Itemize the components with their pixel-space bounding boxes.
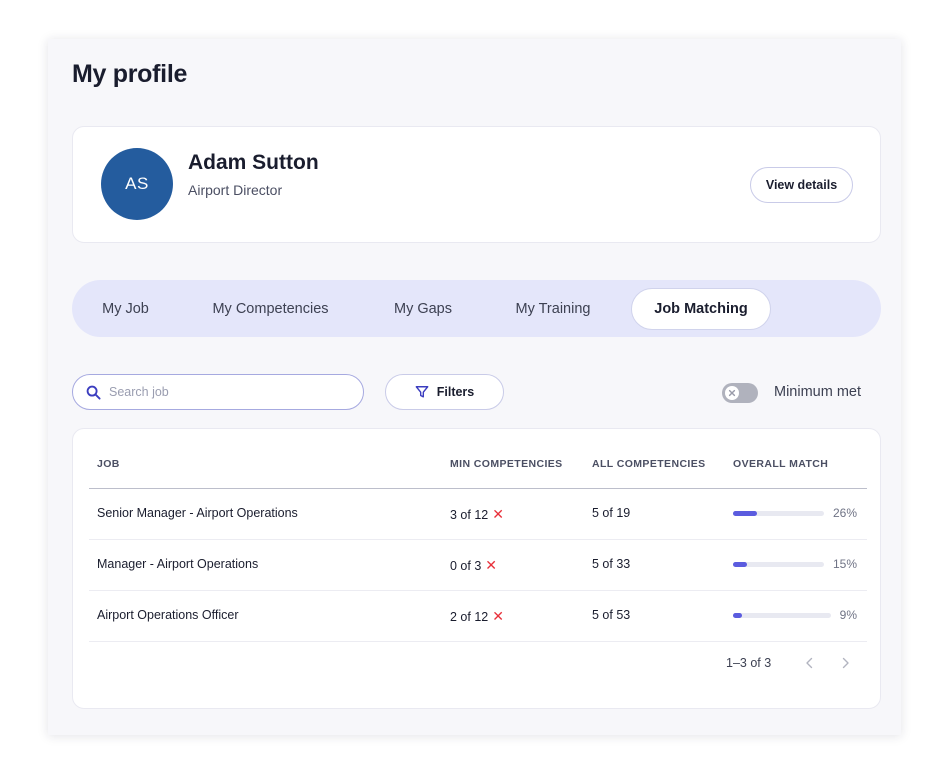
all-competencies-value: 5 of 53 — [592, 608, 631, 622]
avatar-initials: AS — [125, 174, 149, 193]
min-competencies-value: 0 of 3 — [450, 559, 482, 573]
column-header-job: JOB — [97, 458, 120, 470]
match-percent: 9% — [839, 608, 857, 622]
chevron-right-icon — [842, 657, 849, 669]
cross-icon: ✕ — [492, 506, 504, 522]
match-bar — [733, 511, 824, 516]
match-bar-fill — [733, 562, 747, 567]
cross-icon: ✕ — [485, 557, 498, 573]
match-bar — [733, 562, 824, 567]
tab-my-job[interactable]: My Job — [80, 288, 171, 330]
view-details-button[interactable]: View details — [750, 167, 853, 203]
match-percent: 15% — [832, 557, 857, 571]
column-header-min-competencies: MIN COMPETENCIES — [450, 458, 563, 470]
job-matching-table: JOB MIN COMPETENCIES ALL COMPETENCIES OV… — [72, 428, 881, 709]
pagination-range: 1–3 of 3 — [726, 656, 772, 670]
search-box[interactable] — [72, 374, 364, 410]
page-title: My profile — [72, 60, 188, 88]
job-title: Airport Operations Officer — [97, 608, 239, 622]
min-competencies-cell: 2 of 12 ✕ — [450, 608, 504, 625]
column-header-all-competencies: ALL COMPETENCIES — [592, 458, 706, 470]
minimum-met-label: Minimum met — [774, 384, 862, 400]
close-icon — [728, 389, 736, 397]
min-competencies-cell: 3 of 12 ✕ — [450, 506, 504, 523]
profile-panel: My profile AS Adam Sutton Airport Direct… — [48, 39, 901, 735]
all-competencies-value: 5 of 19 — [592, 506, 631, 520]
avatar: AS — [101, 148, 173, 220]
tab-my-gaps[interactable]: My Gaps — [373, 288, 473, 330]
next-page-button[interactable] — [837, 655, 853, 671]
filter-icon — [415, 386, 429, 398]
filters-button[interactable]: Filters — [385, 374, 504, 410]
chevron-left-icon — [805, 657, 812, 669]
table-row[interactable]: Airport Operations Officer 2 of 12 ✕ 5 of… — [89, 591, 867, 642]
minimum-met-toggle[interactable] — [722, 383, 758, 403]
previous-page-button[interactable] — [801, 655, 817, 671]
job-title: Manager - Airport Operations — [97, 557, 259, 571]
filters-label: Filters — [436, 385, 475, 399]
table-row[interactable]: Manager - Airport Operations 0 of 3 ✕ 5 o… — [89, 540, 867, 591]
tab-my-training[interactable]: My Training — [493, 288, 613, 330]
match-percent: 26% — [832, 506, 857, 520]
job-title: Senior Manager - Airport Operations — [97, 506, 298, 520]
match-bar-fill — [733, 613, 742, 618]
profile-tabs: My Job My Competencies My Gaps My Traini… — [72, 280, 881, 337]
all-competencies-value: 5 of 33 — [592, 557, 631, 571]
min-competencies-cell: 0 of 3 ✕ — [450, 557, 497, 574]
min-competencies-value: 3 of 12 — [450, 508, 489, 522]
table-row[interactable]: Senior Manager - Airport Operations 3 of… — [89, 489, 867, 540]
profile-card: AS Adam Sutton Airport Director View det… — [72, 126, 881, 243]
min-competencies-value: 2 of 12 — [450, 610, 489, 624]
profile-name: Adam Sutton — [188, 151, 319, 174]
toggle-knob — [725, 386, 739, 400]
search-input[interactable] — [109, 382, 349, 402]
search-icon — [86, 385, 101, 400]
tab-my-competencies[interactable]: My Competencies — [189, 288, 352, 330]
profile-role: Airport Director — [188, 182, 283, 198]
match-bar-fill — [733, 511, 757, 516]
column-header-overall-match: OVERALL MATCH — [733, 458, 829, 470]
cross-icon: ✕ — [492, 608, 504, 624]
match-bar — [733, 613, 831, 618]
tab-job-matching[interactable]: Job Matching — [631, 288, 771, 330]
